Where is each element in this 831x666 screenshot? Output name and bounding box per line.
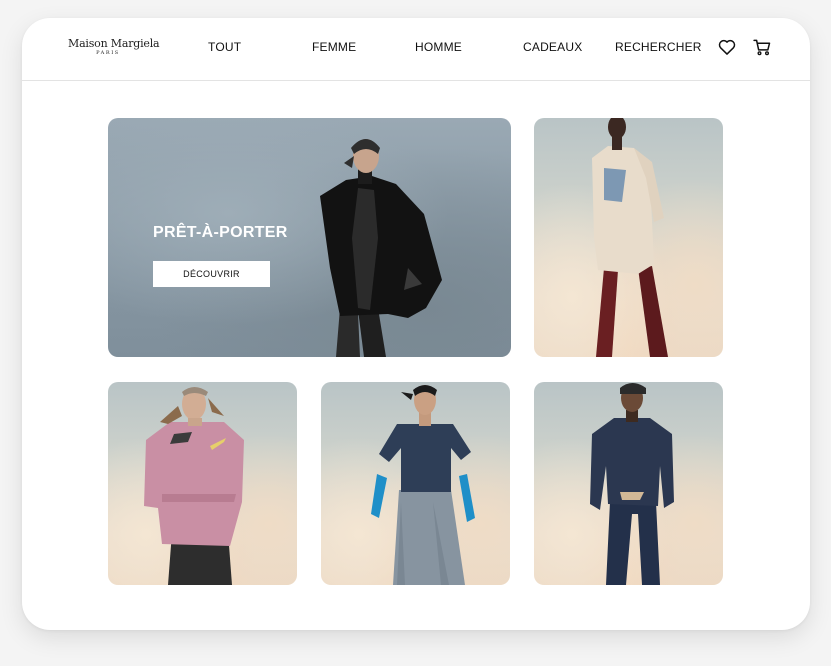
product-tile-denim[interactable]	[534, 382, 723, 585]
nav-item-rechercher[interactable]: RECHERCHER	[615, 40, 702, 54]
site-header: Maison Margiela PARIS TOUT FEMME HOMME C…	[22, 18, 810, 81]
heart-icon[interactable]	[717, 37, 737, 57]
discover-button[interactable]: DÉCOUVRIR	[153, 261, 270, 287]
cart-icon[interactable]	[752, 37, 772, 57]
model-tweed-skirt-image	[371, 385, 475, 585]
nav-item-femme[interactable]: FEMME	[312, 40, 356, 54]
model-pink-shirt-image	[144, 387, 244, 585]
nav-item-cadeaux[interactable]: CADEAUX	[523, 40, 582, 54]
brand-subtitle: PARIS	[96, 50, 120, 56]
hero-banner[interactable]: PRÊT-À-PORTER DÉCOUVRIR	[108, 118, 511, 357]
browser-card: Maison Margiela PARIS TOUT FEMME HOMME C…	[22, 18, 810, 630]
nav-item-homme[interactable]: HOMME	[415, 40, 462, 54]
model-cardigan-image	[592, 118, 668, 357]
model-denim-image	[590, 383, 674, 585]
brand-logo[interactable]: Maison Margiela PARIS	[68, 37, 160, 57]
nav-item-tout[interactable]: TOUT	[208, 40, 241, 54]
product-tile-cardigan[interactable]	[534, 118, 723, 357]
product-tile-tweed-skirt[interactable]	[321, 382, 510, 585]
hero-title: PRÊT-À-PORTER	[153, 224, 288, 241]
brand-name: Maison Margiela	[68, 37, 160, 50]
product-tile-pink-shirt[interactable]	[108, 382, 297, 585]
